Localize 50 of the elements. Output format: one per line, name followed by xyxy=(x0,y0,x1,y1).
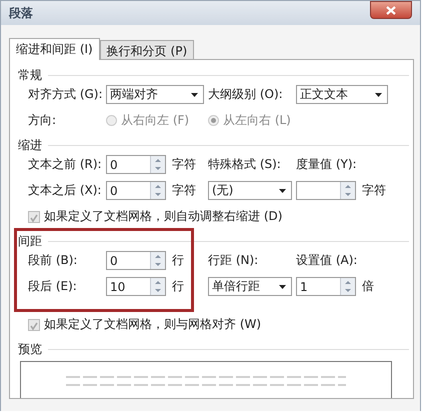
checkbox-label: 如果定义了文档网格，则自动调整右缩进 (D) xyxy=(44,208,282,225)
section-title: 缩进 xyxy=(18,136,42,154)
caret-icon xyxy=(279,284,286,288)
dropdown[interactable]: 正文文本 xyxy=(296,85,388,104)
field-label: 字符 xyxy=(172,156,196,173)
radio-label: 从右向左 (F) xyxy=(121,112,190,129)
field-label: 行 xyxy=(172,278,184,295)
spin-arrows-icon[interactable] xyxy=(150,278,165,295)
window-title: 段落 xyxy=(9,4,33,22)
spin-arrows-icon[interactable] xyxy=(340,182,355,199)
dropdown[interactable]: 单倍行距 xyxy=(208,277,292,296)
field-label: 字符 xyxy=(172,182,196,199)
spin-arrows-icon[interactable] xyxy=(150,252,165,269)
field-label: 行距 (N): xyxy=(208,252,258,269)
spin-field[interactable]: 1 xyxy=(296,277,356,296)
field-label: 度量值 (Y): xyxy=(296,156,357,173)
field-label: 特殊格式 (S): xyxy=(208,156,281,173)
radio-label: 从左向右 (L) xyxy=(223,112,291,129)
section-title: 常规 xyxy=(18,66,42,84)
checkbox-label: 如果定义了文档网格，则与网格对齐 (W) xyxy=(44,316,262,333)
tab[interactable]: 换行和分页 (P) xyxy=(100,40,194,59)
dropdown[interactable]: 两端对齐 xyxy=(106,85,204,104)
field-label: 段前 (B): xyxy=(28,252,78,269)
spin-arrows-icon[interactable] xyxy=(150,182,165,199)
field-label: 设置值 (A): xyxy=(296,252,358,269)
spin-arrows-icon[interactable] xyxy=(150,156,165,173)
field-label: 文本之后 (X): xyxy=(28,182,102,199)
field-label: 大纲级别 (O): xyxy=(208,86,283,103)
close-icon xyxy=(386,6,396,14)
spin-field[interactable]: 10 xyxy=(106,277,166,296)
caret-icon xyxy=(191,92,198,96)
spin-field[interactable]: 0 xyxy=(106,251,166,270)
caret-icon xyxy=(279,188,286,192)
field-label: 段后 (E): xyxy=(28,278,77,295)
field-label: 字符 xyxy=(362,182,386,199)
field-label: 倍 xyxy=(362,278,374,295)
spin-field[interactable]: 0 xyxy=(106,155,166,174)
field-label: 方向: xyxy=(28,112,56,129)
field-label: 行 xyxy=(172,252,184,269)
section-title: 预览 xyxy=(18,340,42,358)
spin-arrows-icon[interactable] xyxy=(340,278,355,295)
spin-field[interactable] xyxy=(296,181,356,200)
field-label: 对齐方式 (G): xyxy=(28,86,103,103)
tab[interactable]: 缩进和间距 (I) xyxy=(9,38,100,60)
caret-icon xyxy=(375,92,382,96)
section-title: 间距 xyxy=(18,232,42,250)
spin-field[interactable]: 0 xyxy=(106,181,166,200)
dropdown[interactable]: (无) xyxy=(208,181,292,200)
close-button[interactable] xyxy=(370,1,412,19)
field-label: 文本之前 (R): xyxy=(28,156,102,173)
